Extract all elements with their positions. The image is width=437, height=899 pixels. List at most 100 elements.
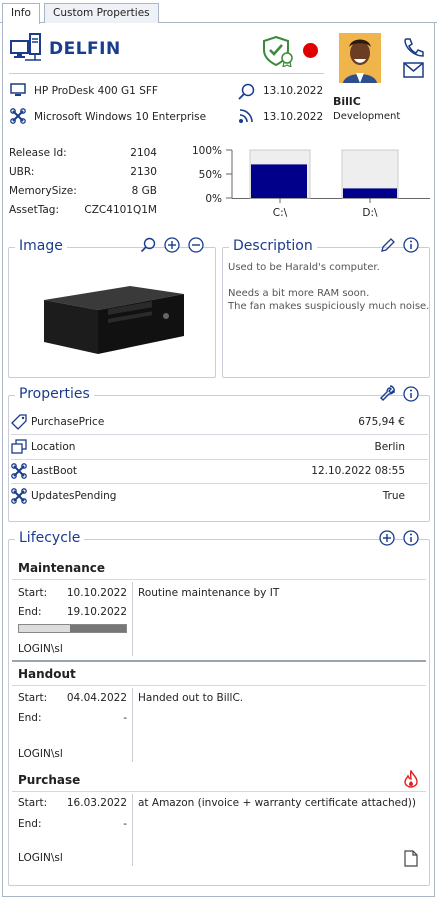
spec-label: UBR:: [9, 166, 35, 178]
description-panel-title: Description: [229, 238, 317, 254]
zoom-out-icon[interactable]: [188, 237, 204, 253]
data-bar: [343, 188, 397, 198]
scan-date: 13.10.2022: [263, 85, 324, 97]
spec-value: 2104: [130, 147, 157, 159]
lifecycle-panel-title: Lifecycle: [15, 530, 85, 546]
status-indicator-dot: [303, 43, 318, 58]
flame-icon: [403, 770, 419, 788]
entry-divider: [12, 685, 426, 686]
lifecycle-entry-title[interactable]: Maintenance: [18, 561, 105, 575]
security-shield-icon: [262, 35, 296, 67]
windows-os-icon: [10, 108, 26, 124]
lifecycle-entry-title[interactable]: Purchase: [18, 773, 80, 787]
zoom-in-icon[interactable]: [164, 237, 180, 253]
spec-label: Release Id:: [9, 147, 67, 159]
entry-separator: [12, 660, 426, 662]
spec-value: 2130: [130, 166, 157, 178]
network-signal-icon: [238, 108, 254, 124]
image-panel-title: Image: [15, 238, 67, 254]
y-tick-label: 50%: [199, 169, 222, 181]
start-date: 10.10.2022: [66, 587, 127, 599]
column-divider: [132, 794, 133, 866]
spec-value: CZC4101Q1M: [84, 204, 157, 216]
entry-user: LOGIN\sl: [18, 643, 63, 655]
property-value: 675,94 €: [358, 416, 405, 428]
end-date: -: [123, 712, 127, 724]
spec-label: AssetTag:: [9, 204, 60, 216]
end-date: 19.10.2022: [66, 606, 127, 618]
email-icon[interactable]: [403, 62, 424, 78]
x-tick-label: C:\: [273, 207, 288, 219]
search-scan-icon: [237, 83, 255, 101]
data-bar: [251, 164, 307, 198]
user-name[interactable]: BillC: [333, 95, 361, 108]
end-label: End:: [18, 712, 42, 724]
start-label: Start:: [18, 692, 48, 704]
entry-note: at Amazon (invoice + warranty certificat…: [138, 797, 416, 809]
column-divider: [132, 582, 133, 656]
desktop-icon: [10, 83, 26, 97]
entry-note: Routine maintenance by IT: [138, 587, 280, 599]
lifecycle-info-icon[interactable]: [403, 530, 419, 546]
boot-icon: [11, 463, 27, 479]
operating-system: Microsoft Windows 10 Enterprise: [34, 111, 207, 123]
user-department: Development: [333, 111, 401, 122]
computer-network-icon: [10, 33, 42, 63]
end-label: End:: [18, 606, 42, 618]
start-date: 04.04.2022: [66, 692, 127, 704]
column-divider: [132, 688, 133, 762]
property-value: 12.10.2022 08:55: [311, 465, 405, 477]
description-line: Used to be Harald's computer.: [228, 262, 380, 273]
zoom-search-icon[interactable]: [140, 237, 156, 253]
entry-user: LOGIN\sl: [18, 748, 63, 760]
lifecycle-entry-title[interactable]: Handout: [18, 667, 76, 681]
entry-note: Handed out to BillC.: [138, 692, 244, 704]
edit-pencil-icon[interactable]: [380, 237, 396, 253]
user-avatar: [339, 33, 381, 83]
entry-divider: [12, 791, 426, 792]
start-date: 16.03.2022: [66, 797, 127, 809]
location-icon: [11, 439, 27, 455]
tab-custom-properties[interactable]: Custom Properties: [44, 3, 159, 23]
description-text: Used to be Harald's computer. Needs a bi…: [228, 261, 429, 313]
description-line: The fan makes suspiciously much noise.: [228, 301, 430, 312]
x-tick-label: D:\: [362, 207, 378, 219]
spec-label: MemorySize:: [9, 185, 77, 197]
phone-icon[interactable]: [402, 37, 424, 57]
maintenance-progress-fill: [70, 625, 126, 632]
network-date: 13.10.2022: [263, 111, 324, 123]
add-lifecycle-icon[interactable]: [379, 530, 395, 546]
properties-panel-title: Properties: [15, 386, 94, 402]
spec-value: 8 GB: [131, 185, 157, 197]
y-tick-label: 0%: [205, 193, 222, 205]
wrench-icon[interactable]: [379, 385, 396, 402]
description-line: [228, 274, 429, 287]
start-label: Start:: [18, 797, 48, 809]
property-value: True: [382, 490, 405, 502]
device-name: DELFIN: [49, 39, 121, 59]
property-value: Berlin: [374, 441, 405, 453]
y-tick-label: 100%: [192, 145, 222, 157]
description-info-icon[interactable]: [403, 237, 419, 253]
entry-divider: [12, 579, 426, 580]
row-divider: [11, 459, 428, 460]
end-label: End:: [18, 818, 42, 830]
start-label: Start:: [18, 587, 48, 599]
header-divider: [9, 73, 324, 74]
description-line: Needs a bit more RAM soon.: [228, 288, 370, 299]
price-tag-icon: [11, 414, 27, 430]
property-label: UpdatesPending: [31, 490, 117, 502]
updates-icon: [11, 488, 27, 504]
maintenance-progress-bar: [18, 624, 127, 633]
tab-info[interactable]: Info: [2, 3, 40, 24]
document-attachment-icon[interactable]: [404, 850, 418, 867]
properties-info-icon[interactable]: [403, 386, 419, 402]
property-label: Location: [31, 441, 76, 453]
property-label: PurchasePrice: [31, 416, 105, 428]
device-photo: [34, 278, 186, 356]
row-divider: [11, 434, 428, 435]
property-label: LastBoot: [31, 465, 78, 477]
entry-user: LOGIN\sl: [18, 852, 63, 864]
device-model: HP ProDesk 400 G1 SFF: [34, 85, 158, 97]
row-divider: [11, 483, 428, 484]
